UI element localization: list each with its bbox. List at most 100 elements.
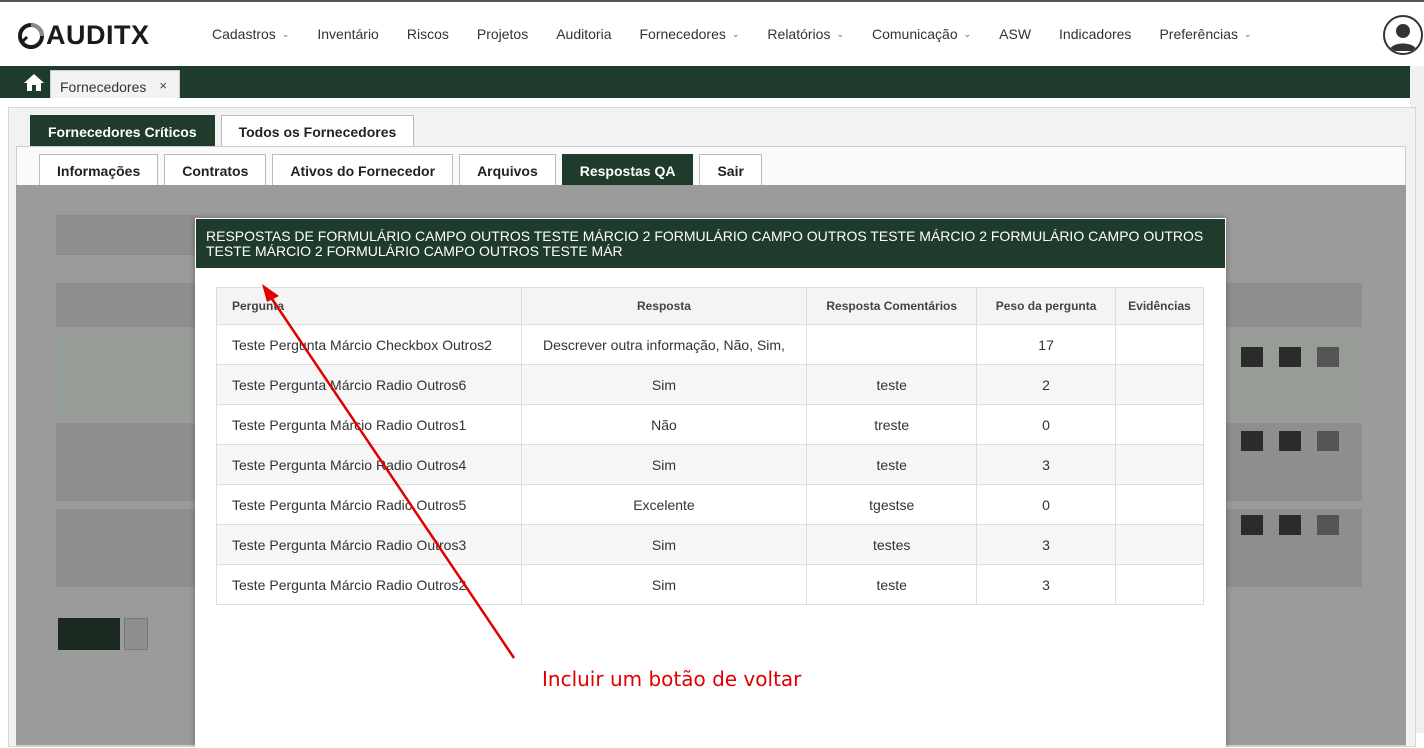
table-cell: Teste Pergunta Márcio Radio Outros1 <box>216 404 522 445</box>
open-tab-label: Fornecedores <box>60 79 147 95</box>
table-row: Teste Pergunta Márcio Radio Outros2 Sim te… <box>216 564 1204 605</box>
menu-item-label: Projetos <box>476 26 529 42</box>
table-cell: 17 <box>976 324 1116 365</box>
menu-item-inventario[interactable]: Inventário <box>303 26 392 42</box>
blurred-button <box>58 618 120 650</box>
table-cell: Sim <box>520 564 808 605</box>
tab-informacoes[interactable]: Informações <box>39 154 159 185</box>
home-icon <box>24 74 44 91</box>
table-cell: 0 <box>976 484 1116 525</box>
tab-todos-os-fornecedores[interactable]: Todos os Fornecedores <box>220 115 415 147</box>
menu-item-label: Inventário <box>317 26 379 42</box>
menu-item-label: Riscos <box>406 26 449 42</box>
table-cell: Teste Pergunta Márcio Checkbox Outros2 <box>216 324 522 365</box>
menu-item-auditoria[interactable]: Auditoria <box>542 26 625 42</box>
table-cell: Sim <box>520 524 808 565</box>
blurred-action-icon <box>1317 515 1339 535</box>
table-cell: Teste Pergunta Márcio Radio Outros3 <box>216 524 522 565</box>
table-cell: Sim <box>520 364 808 405</box>
column-header[interactable]: Resposta <box>520 287 808 325</box>
table-row: Teste Pergunta Márcio Checkbox Outros2 De… <box>216 324 1204 365</box>
user-avatar[interactable] <box>1383 15 1423 55</box>
chevron-down-icon: ⌄ <box>963 28 972 39</box>
table-row: Teste Pergunta Márcio Radio Outros6 Sim te… <box>216 364 1204 405</box>
menu-item-indicadores[interactable]: Indicadores <box>1045 26 1145 42</box>
open-tabs-bar: Fornecedores × <box>0 66 1424 98</box>
table-cell <box>1115 364 1204 405</box>
table-row: Teste Pergunta Márcio Radio Outros4 Sim te… <box>216 444 1204 485</box>
user-icon <box>1389 24 1417 51</box>
menu-item-projetos[interactable]: Projetos <box>463 26 542 42</box>
auditx-logo[interactable]: AUDITX <box>18 20 150 51</box>
home-button[interactable] <box>22 72 46 92</box>
menu-item-fornecedores[interactable]: Fornecedores ⌄ <box>625 26 753 42</box>
menu-item-label: Preferências <box>1159 26 1239 42</box>
main-menu: Cadastros ⌄ Inventário Riscos Projetos Audito… <box>198 26 1266 42</box>
table-cell: teste <box>806 364 978 405</box>
menu-item-comunicacao[interactable]: Comunicação ⌄ <box>858 26 985 42</box>
menu-item-label: Comunicação <box>872 26 958 42</box>
tab-respostas-qa[interactable]: Respostas QA <box>561 154 694 185</box>
blurred-action-icon <box>1279 347 1301 367</box>
blurred-action-icon <box>1241 431 1263 451</box>
tab-fornecedores-criticos[interactable]: Fornecedores Críticos <box>30 115 215 147</box>
table-cell: Teste Pergunta Márcio Radio Outros4 <box>216 444 522 485</box>
menu-item-asw[interactable]: ASW <box>985 26 1045 42</box>
top-navbar: AUDITX Cadastros ⌄ Inventário Riscos Projeto… <box>0 0 1424 66</box>
blurred-action-icon <box>1279 431 1301 451</box>
logo-mark-icon <box>18 22 44 49</box>
table-cell: teste <box>806 564 978 605</box>
chevron-down-icon: ⌄ <box>731 28 740 39</box>
logo-text: AUDITX <box>46 20 150 50</box>
tab-sair[interactable]: Sair <box>699 154 762 185</box>
table-cell: 3 <box>976 524 1116 565</box>
table-cell: Excelente <box>520 484 808 525</box>
open-tab-fornecedores[interactable]: Fornecedores × <box>50 70 180 98</box>
table-header-row: Pergunta Resposta Resposta Comentários Peso… <box>216 287 1204 325</box>
blurred-action-icon <box>1279 515 1301 535</box>
table-cell <box>1115 444 1204 485</box>
table-row: Teste Pergunta Márcio Radio Outros5 Excel… <box>216 484 1204 525</box>
blurred-filter-select <box>56 215 196 255</box>
table-cell: teste <box>806 444 978 485</box>
menu-item-riscos[interactable]: Riscos <box>393 26 463 42</box>
menu-item-label: Auditoria <box>556 26 612 42</box>
column-header[interactable]: Pergunta <box>216 287 522 325</box>
detail-tabs: Informações Contratos Ativos do Fornecedor… <box>39 154 768 185</box>
table-cell: 0 <box>976 404 1116 445</box>
table-cell: tgestse <box>806 484 978 525</box>
close-tab-icon[interactable]: × <box>159 78 167 93</box>
table-cell: 3 <box>976 444 1116 485</box>
modal-title: RESPOSTAS DE FORMULÁRIO CAMPO OUTROS TES… <box>195 218 1226 269</box>
table-row: Teste Pergunta Márcio Radio Outros1 Não tr… <box>216 404 1204 445</box>
supplier-tabs: Fornecedores Críticos Todos os Fornecedor… <box>30 115 420 147</box>
table-cell: Teste Pergunta Márcio Radio Outros6 <box>216 364 522 405</box>
column-header[interactable]: Evidências <box>1115 287 1204 325</box>
menu-item-label: Cadastros <box>212 26 276 42</box>
menu-item-cadastros[interactable]: Cadastros ⌄ <box>198 26 303 42</box>
table-cell: Descrever outra informação, Não, Sim, <box>520 324 808 365</box>
menu-item-label: ASW <box>999 26 1032 42</box>
menu-item-label: Indicadores <box>1059 26 1132 42</box>
blurred-action-icon <box>1241 515 1263 535</box>
column-header[interactable]: Peso da pergunta <box>976 287 1116 325</box>
table-cell <box>1115 484 1204 525</box>
menu-item-label: Relatórios <box>767 26 831 42</box>
menu-item-preferencias[interactable]: Preferências ⌄ <box>1145 26 1265 42</box>
tab-ativos-do-fornecedor[interactable]: Ativos do Fornecedor <box>272 154 454 185</box>
menu-item-label: Fornecedores <box>639 26 726 42</box>
qa-responses-table: Pergunta Resposta Resposta Comentários Peso… <box>216 287 1204 605</box>
annotation-text: Incluir um botão de voltar <box>542 667 802 691</box>
menu-item-relatorios[interactable]: Relatórios ⌄ <box>753 26 858 42</box>
table-cell: Teste Pergunta Márcio Radio Outros5 <box>216 484 522 525</box>
tab-arquivos[interactable]: Arquivos <box>459 154 556 185</box>
table-cell: testes <box>806 524 978 565</box>
table-row: Teste Pergunta Márcio Radio Outros3 Sim te… <box>216 524 1204 565</box>
tab-contratos[interactable]: Contratos <box>164 154 267 185</box>
table-cell: Sim <box>520 444 808 485</box>
chevron-down-icon: ⌄ <box>836 28 844 39</box>
blurred-action-icon <box>1241 347 1263 367</box>
column-header[interactable]: Resposta Comentários <box>806 287 978 325</box>
table-cell <box>1115 324 1204 365</box>
table-cell: Teste Pergunta Márcio Radio Outros2 <box>216 564 522 605</box>
